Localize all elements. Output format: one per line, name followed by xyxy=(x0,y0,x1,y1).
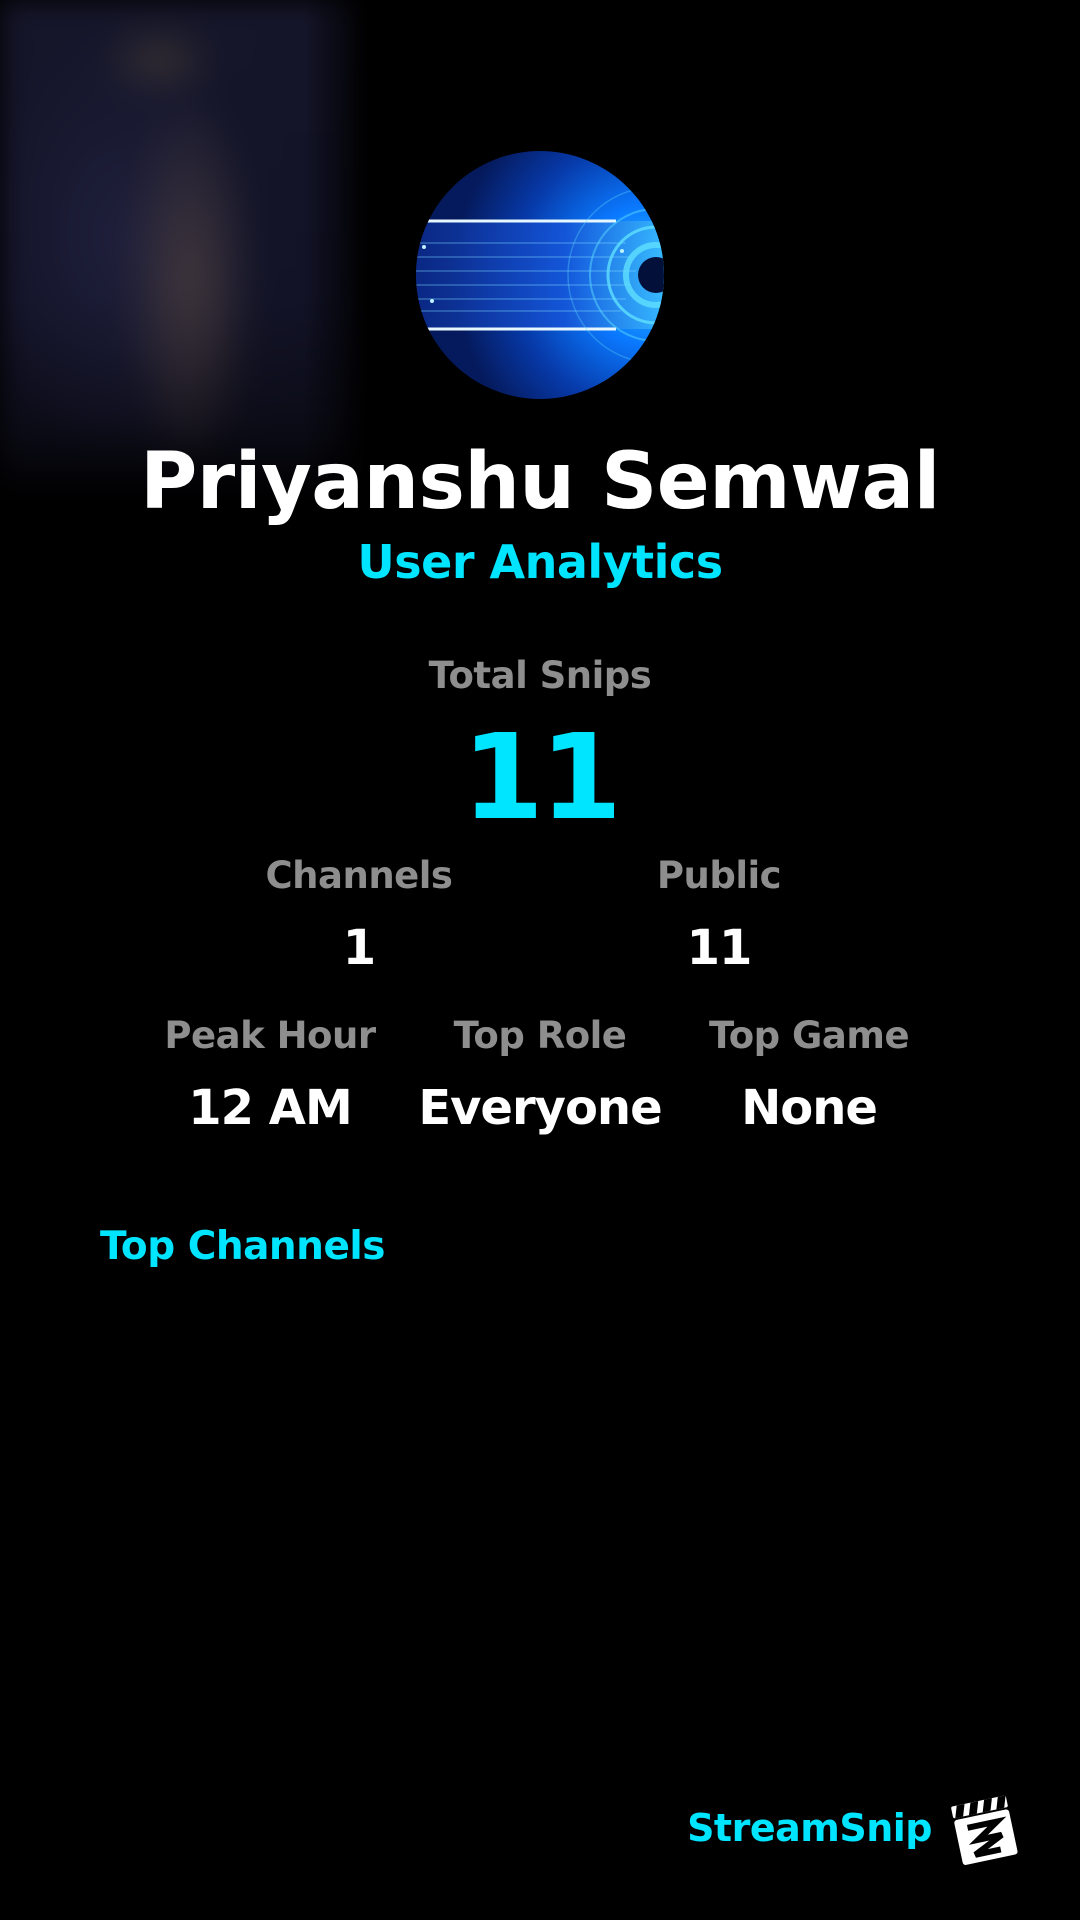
top-game-value: None xyxy=(741,1080,878,1136)
top-game-stat: Top Game None xyxy=(669,1012,949,1138)
top-role-value: Everyone xyxy=(418,1080,662,1136)
public-value: 11 xyxy=(686,920,753,976)
top-role-stat: Top Role Everyone xyxy=(400,1012,680,1138)
avatar xyxy=(416,151,664,399)
channels-label: Channels xyxy=(265,854,453,897)
brand-name: StreamSnip xyxy=(687,1806,932,1850)
channels-value: 1 xyxy=(342,920,376,976)
user-name: Priyanshu Semwal xyxy=(140,437,940,527)
clapperboard-icon xyxy=(951,1795,1018,1865)
top-channels-list xyxy=(100,1290,980,1690)
page-subtitle: User Analytics xyxy=(357,535,723,589)
background-blurred-image xyxy=(0,0,370,500)
peak-hour-stat: Peak Hour 12 AM xyxy=(130,1012,410,1138)
top-game-label: Top Game xyxy=(708,1014,910,1057)
brand-footer: StreamSnip xyxy=(687,1788,1026,1868)
analytics-page: Priyanshu Semwal User Analytics Total Sn… xyxy=(0,0,1080,1920)
peak-hour-value: 12 AM xyxy=(188,1080,352,1136)
public-stat: Public 11 xyxy=(579,852,859,978)
channels-stat: Channels 1 xyxy=(219,852,499,978)
total-snips-value: 11 xyxy=(461,708,622,846)
peak-hour-label: Peak Hour xyxy=(164,1014,376,1057)
top-channels-heading: Top Channels xyxy=(100,1224,385,1269)
total-snips-label: Total Snips xyxy=(428,654,652,697)
public-label: Public xyxy=(656,854,782,897)
avatar-image xyxy=(416,151,664,399)
top-role-label: Top Role xyxy=(453,1014,627,1057)
